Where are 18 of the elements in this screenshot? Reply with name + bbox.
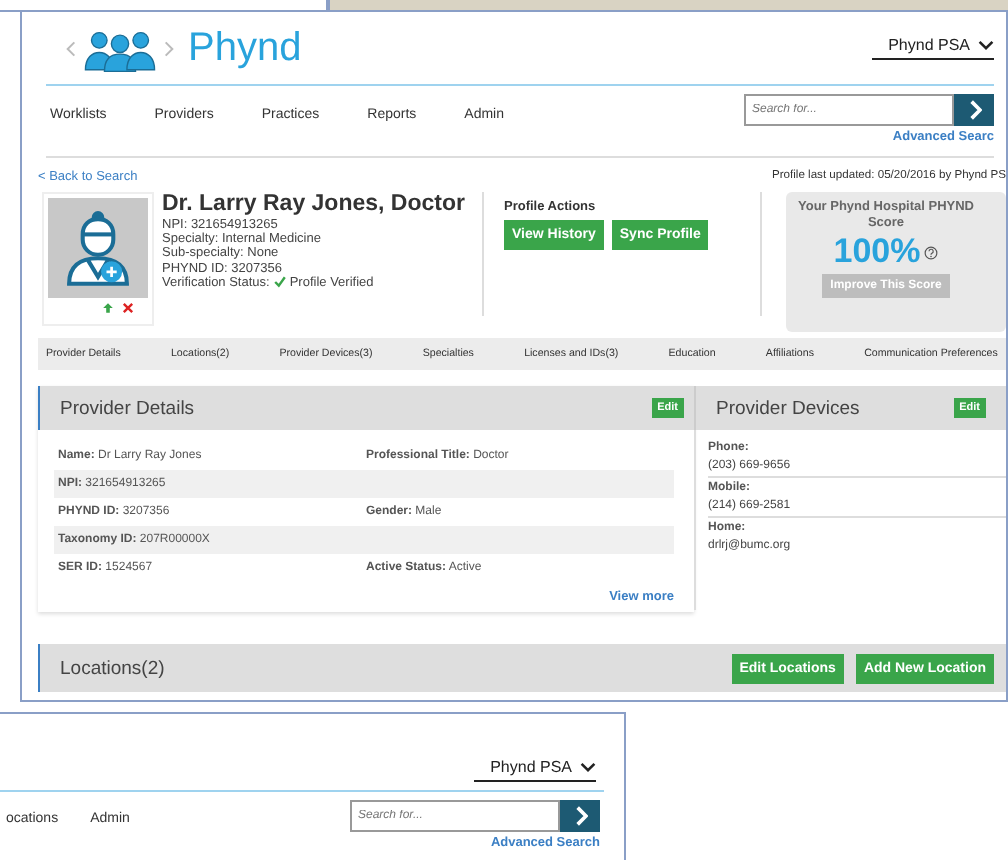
search-button[interactable] — [560, 800, 600, 832]
caret-icon — [580, 762, 596, 772]
account-dropdown[interactable]: Phynd PSA — [474, 758, 596, 782]
panel-title: Provider Details — [60, 397, 195, 419]
account-dropdown[interactable]: Phynd PSA — [872, 36, 994, 60]
chevron-right-icon — [573, 806, 587, 826]
caret-icon — [978, 40, 994, 50]
chevron-right-icon — [967, 100, 981, 120]
upload-arrow-icon[interactable] — [102, 302, 114, 314]
brand-name: Phynd — [188, 25, 302, 71]
panel-title: Locations(2) — [60, 657, 165, 679]
panel-title: Provider Devices — [716, 397, 860, 419]
provider-name: Dr. Larry Ray Jones, Doctor — [162, 192, 462, 218]
doctor-icon — [64, 210, 132, 286]
delete-icon[interactable] — [122, 302, 134, 314]
help-icon[interactable] — [924, 245, 939, 259]
score-value: 100% — [833, 232, 921, 272]
search-button[interactable] — [954, 94, 994, 126]
